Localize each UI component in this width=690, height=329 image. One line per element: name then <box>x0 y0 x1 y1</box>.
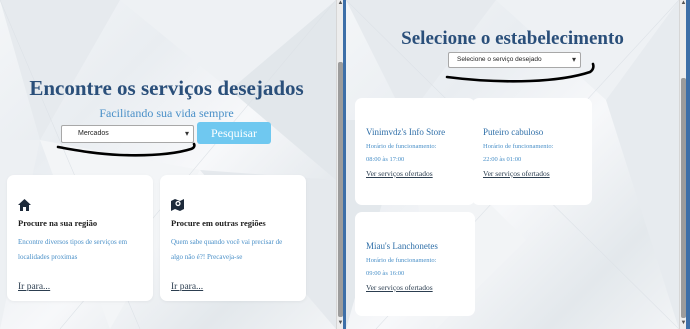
shop-card: Puteiro cabuloso Horário de funcionament… <box>472 98 592 205</box>
establishments-page: Selecione o estabelecimento Selecione o … <box>346 0 679 329</box>
page-title: Selecione o estabelecimento <box>401 28 624 49</box>
card-link[interactable]: Ir para... <box>18 282 50 292</box>
card-link[interactable]: Ir para... <box>171 282 203 292</box>
page-subtitle: Facilitando sua vida sempre <box>99 106 234 120</box>
search-button[interactable]: Pesquisar <box>197 122 271 144</box>
card-nearby-region: Procure na sua região Encontre diversos … <box>7 175 153 301</box>
shop-hours: 09:00 às 16:00 <box>366 270 405 277</box>
service-select[interactable]: Selecione o serviço desejado ▾ <box>448 52 581 68</box>
card-description: Quem sabe quando você vai precisar de al… <box>171 238 283 261</box>
scrollbar-left[interactable]: ▲ ▼ <box>336 0 343 329</box>
card-description: Encontre diversos tipos de serviços em l… <box>18 238 128 261</box>
map-marker-icon <box>171 199 184 211</box>
shop-card: Miau's Lanchonetes Horário de funcioname… <box>355 212 475 316</box>
window-frame-edge <box>686 0 690 329</box>
shop-hours: 08:00 às 17:00 <box>366 156 405 163</box>
hours-label: Horário de funcionamento: <box>483 143 554 150</box>
view-services-link[interactable]: Ver serviços ofertados <box>366 283 433 292</box>
scrollbar-right[interactable]: ▲ ▼ <box>679 0 686 329</box>
hours-label: Horário de funcionamento: <box>366 143 437 150</box>
hours-label: Horário de funcionamento: <box>366 257 437 264</box>
category-select-value: Mercados <box>78 130 109 137</box>
card-other-regions: Procure em outras regiões Quem sabe quan… <box>160 175 306 301</box>
search-page: Encontre os serviços desejados Facilitan… <box>0 0 336 329</box>
page-title: Encontre os serviços desejados <box>29 76 304 100</box>
chevron-down-icon: ▾ <box>184 129 189 138</box>
card-title: Procure em outras regiões <box>171 218 266 228</box>
shop-name: Vinimvdz's Info Store <box>366 127 446 137</box>
card-title: Procure na sua região <box>18 218 98 228</box>
shop-name: Puteiro cabuloso <box>483 127 544 137</box>
shop-name: Miau's Lanchonetes <box>366 241 438 251</box>
view-services-link[interactable]: Ver serviços ofertados <box>366 169 433 178</box>
home-icon <box>18 199 31 211</box>
service-select-value: Selecione o serviço desejado <box>457 56 542 63</box>
view-services-link[interactable]: Ver serviços ofertados <box>483 169 550 178</box>
shop-card: Vinimvdz's Info Store Horário de funcion… <box>355 98 475 205</box>
shop-hours: 22:00 às 01:00 <box>483 156 522 163</box>
category-select[interactable]: Mercados ▾ <box>61 125 194 143</box>
chevron-down-icon: ▾ <box>571 55 576 64</box>
